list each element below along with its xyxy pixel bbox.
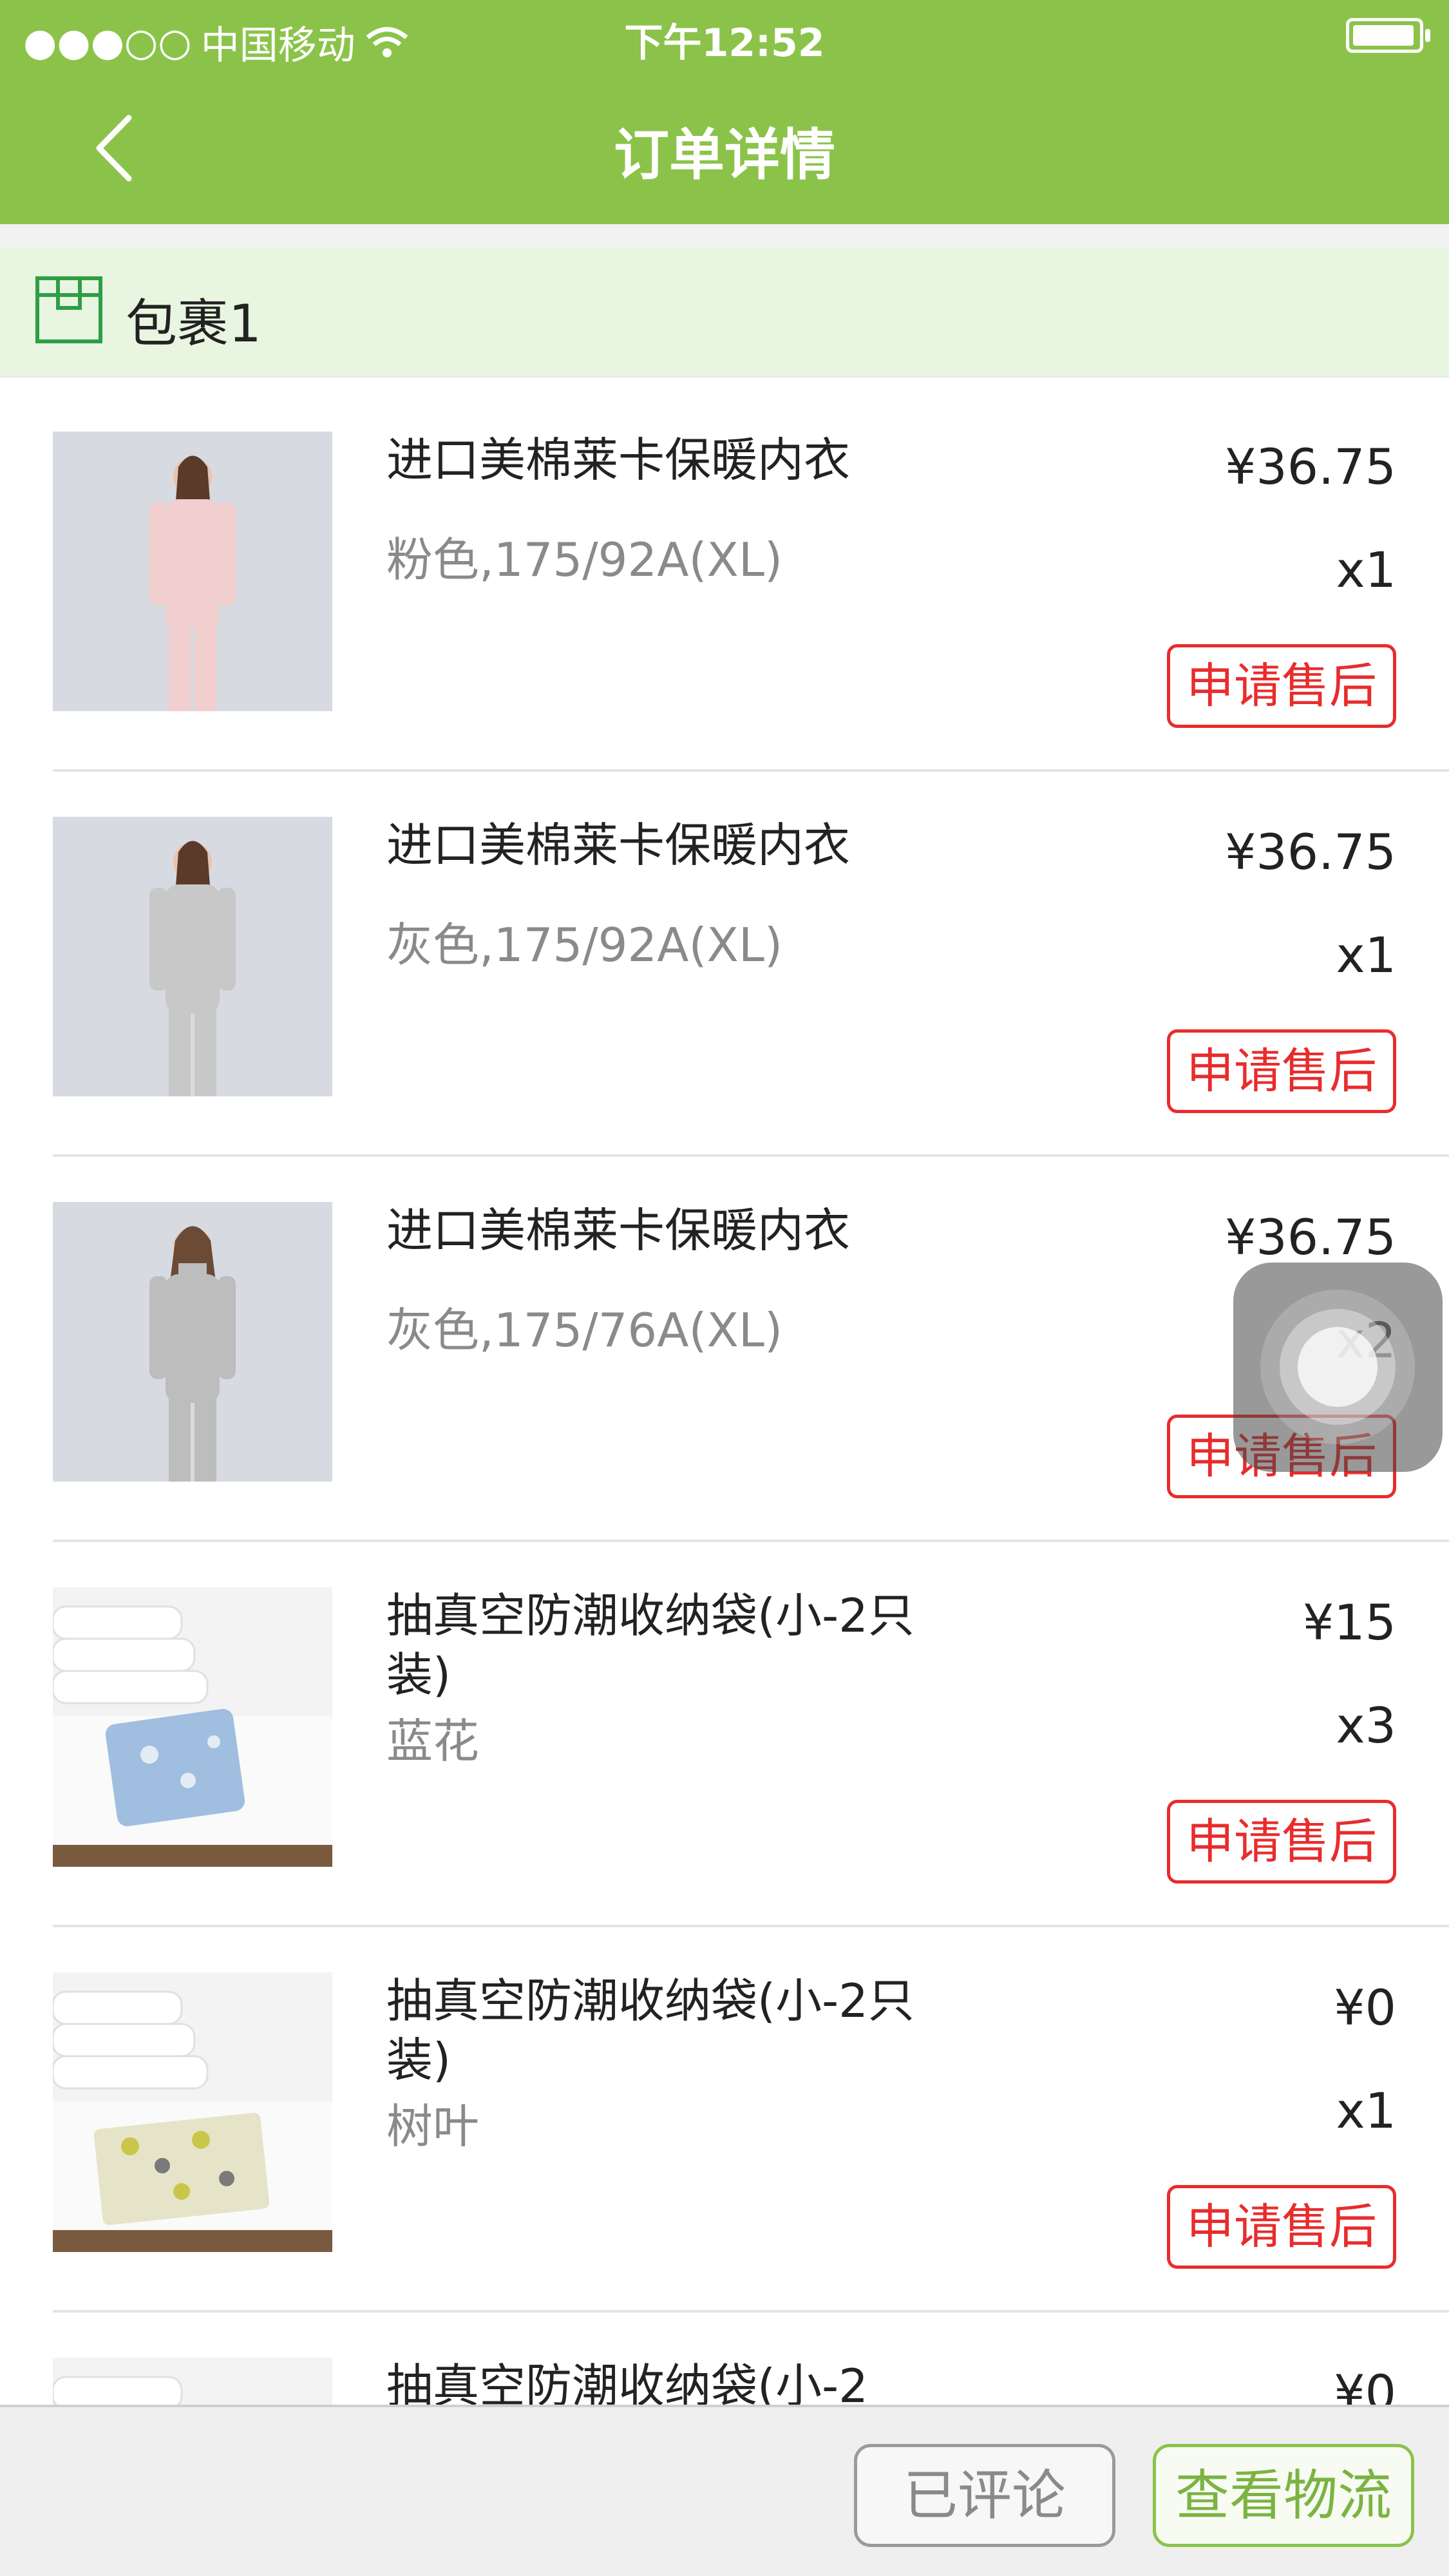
- apply-aftersale-button[interactable]: 申请售后: [1167, 1029, 1396, 1113]
- product-image[interactable]: [53, 1202, 332, 1482]
- order-item[interactable]: 抽真空防潮收纳袋(小-2只装) 树叶 ¥0 x1 申请售后: [0, 1927, 1449, 2313]
- order-item[interactable]: 抽真空防潮收纳袋(小-2只装) 蓝花 ¥15 x3 申请售后: [0, 1542, 1449, 1927]
- product-image[interactable]: [53, 432, 332, 711]
- apply-aftersale-button[interactable]: 申请售后: [1167, 644, 1396, 728]
- product-quantity: x3: [1336, 1697, 1396, 1754]
- product-quantity: x1: [1336, 541, 1396, 598]
- battery-icon: [1346, 18, 1430, 53]
- assistive-touch-dot: [1298, 1327, 1378, 1407]
- status-time: 下午12:52: [624, 21, 825, 66]
- order-item[interactable]: 进口美棉莱卡保暖内衣 灰色,175/76A(XL) ¥36.75 x2 申请售后: [0, 1157, 1449, 1542]
- product-spec: 树叶: [386, 2099, 480, 2153]
- header: ●●●○○ 中国移动 下午12:52 订单详情: [0, 0, 1449, 224]
- header-gap: [0, 224, 1449, 247]
- bottom-action-bar: 已评论 查看物流: [0, 2405, 1449, 2576]
- product-title[interactable]: 进口美棉莱卡保暖内衣: [386, 430, 914, 490]
- product-spec: 灰色,175/92A(XL): [386, 918, 783, 972]
- product-spec: 灰色,175/76A(XL): [386, 1303, 783, 1357]
- product-price: ¥15: [1302, 1594, 1396, 1651]
- product-image[interactable]: [53, 817, 332, 1096]
- assistive-touch-button[interactable]: [1233, 1263, 1443, 1472]
- product-title[interactable]: 抽真空防潮收纳袋(小-2只装): [386, 1971, 914, 2090]
- order-detail-screen: ●●●○○ 中国移动 下午12:52 订单详情 包裹1 进口美棉莱卡保暖内衣 粉…: [0, 0, 1449, 2576]
- product-image[interactable]: [53, 1587, 332, 1867]
- product-price: ¥0: [1334, 1979, 1396, 2036]
- product-quantity: x1: [1336, 2082, 1396, 2139]
- page-title: 订单详情: [614, 123, 835, 187]
- order-item[interactable]: 进口美棉莱卡保暖内衣 粉色,175/92A(XL) ¥36.75 x1 申请售后: [0, 386, 1449, 772]
- view-logistics-button[interactable]: 查看物流: [1153, 2444, 1414, 2547]
- product-spec: 粉色,175/92A(XL): [386, 533, 783, 587]
- status-bar: ●●●○○ 中国移动 下午12:52: [0, 0, 1449, 71]
- product-title[interactable]: 进口美棉莱卡保暖内衣: [386, 1201, 914, 1260]
- package-icon: [35, 276, 102, 343]
- product-price: ¥36.75: [1225, 1208, 1396, 1266]
- apply-aftersale-button[interactable]: 申请售后: [1167, 2185, 1396, 2269]
- product-title[interactable]: 进口美棉莱卡保暖内衣: [386, 816, 914, 875]
- reviewed-button[interactable]: 已评论: [854, 2444, 1115, 2547]
- product-price: ¥36.75: [1225, 823, 1396, 881]
- order-item[interactable]: 进口美棉莱卡保暖内衣 灰色,175/92A(XL) ¥36.75 x1 申请售后: [0, 772, 1449, 1157]
- product-spec: 蓝花: [386, 1714, 480, 1768]
- product-image[interactable]: [53, 1972, 332, 2252]
- product-price: ¥36.75: [1225, 438, 1396, 495]
- product-title[interactable]: 抽真空防潮收纳袋(小-2只装): [386, 1586, 914, 1704]
- apply-aftersale-button[interactable]: 申请售后: [1167, 1800, 1396, 1884]
- product-quantity: x1: [1336, 926, 1396, 984]
- package-label: 包裹1: [126, 294, 261, 354]
